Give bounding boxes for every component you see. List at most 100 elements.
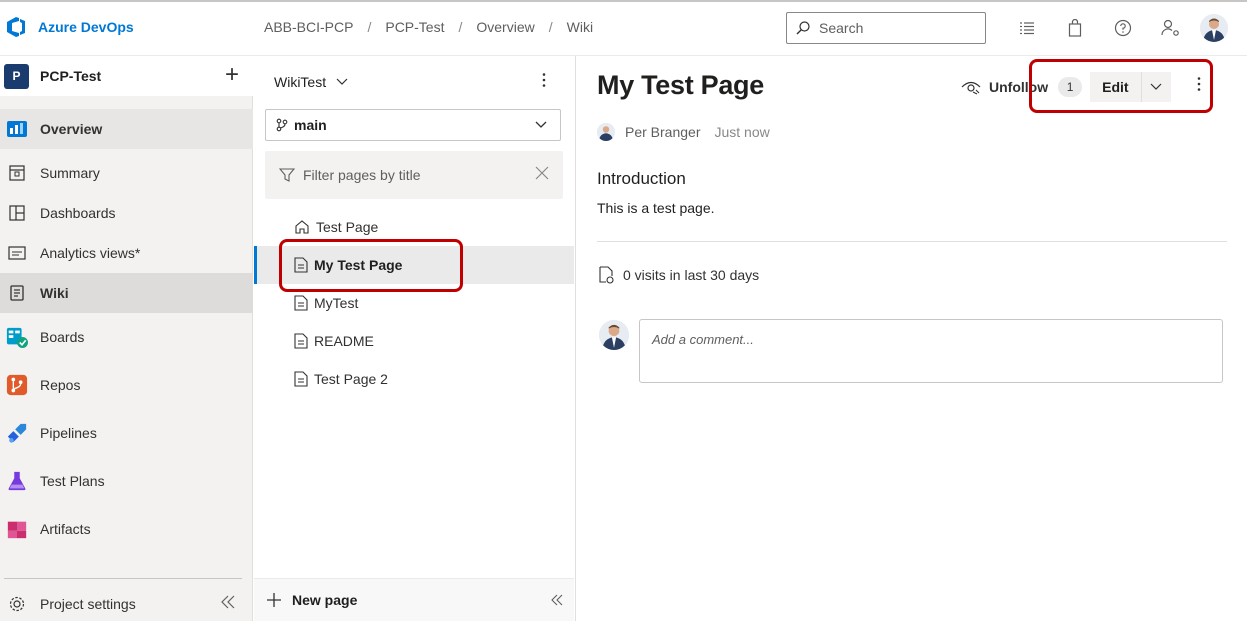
page-meta: Per Branger Just now	[597, 123, 770, 141]
wiki-tree-panel: WikiTest main Filter pages by title Test…	[254, 56, 576, 621]
user-settings-icon[interactable]	[1147, 14, 1195, 42]
top-icon-bar	[1003, 14, 1195, 42]
nav-item-overview[interactable]: Overview	[0, 109, 253, 149]
branch-name: main	[294, 117, 327, 133]
user-avatar[interactable]	[1200, 14, 1228, 42]
content-divider	[597, 241, 1227, 242]
nav-item-summary[interactable]: Summary	[0, 153, 253, 193]
nav-item-test-plans[interactable]: Test Plans	[0, 461, 253, 501]
more-options-icon[interactable]	[542, 72, 546, 91]
breadcrumb: ABB-BCI-PCP / PCP-Test / Overview / Wiki	[264, 19, 593, 35]
filter-placeholder: Filter pages by title	[303, 167, 421, 183]
section-heading: Introduction	[597, 169, 686, 188]
branch-icon	[276, 118, 288, 132]
nav-label: Analytics views*	[40, 245, 141, 261]
nav-item-boards[interactable]: Boards	[0, 317, 253, 357]
project-name: PCP-Test	[40, 68, 102, 84]
close-icon[interactable]	[535, 166, 549, 180]
app-name: Azure DevOps	[38, 19, 134, 35]
overview-icon	[6, 118, 28, 140]
page-icon	[294, 371, 308, 387]
page-label: README	[314, 333, 374, 349]
visits-icon	[599, 266, 614, 284]
top-bar: Azure DevOps ABB-BCI-PCP / PCP-Test / Ov…	[0, 0, 1247, 56]
page-icon	[294, 295, 308, 311]
nav-label: Wiki	[40, 285, 69, 301]
selected-page-highlight	[279, 239, 463, 292]
author-avatar	[597, 123, 615, 141]
wiki-content: My Test Page Unfollow 1 Edit Per Branger…	[577, 56, 1247, 621]
visits-text: 0 visits in last 30 days	[623, 267, 760, 283]
nav-item-analytics-views[interactable]: Analytics views*	[0, 233, 253, 273]
boards-icon	[6, 326, 28, 348]
page-visits: 0 visits in last 30 days	[599, 266, 759, 284]
search-icon	[796, 21, 810, 35]
gear-icon	[6, 593, 28, 615]
edit-timestamp: Just now	[714, 124, 770, 140]
breadcrumb-organization[interactable]: ABB-BCI-PCP	[264, 19, 353, 35]
collapse-nav-icon[interactable]	[219, 594, 237, 613]
branch-selector[interactable]: main	[265, 109, 561, 141]
nav-divider	[4, 578, 242, 579]
new-page-label: New page	[292, 592, 358, 608]
list-settings-icon[interactable]	[1003, 14, 1051, 42]
breadcrumb-separator: /	[548, 19, 553, 35]
new-page-button[interactable]: New page	[254, 578, 574, 621]
breadcrumb-separator: /	[458, 19, 463, 35]
breadcrumb-overview[interactable]: Overview	[476, 19, 534, 35]
comment-input[interactable]: Add a comment...	[639, 319, 1223, 383]
nav-label: Project settings	[40, 596, 136, 612]
page-icon	[294, 333, 308, 349]
wiki-icon	[6, 282, 28, 304]
nav-item-pipelines[interactable]: Pipelines	[0, 413, 253, 453]
search-placeholder: Search	[819, 20, 864, 36]
repos-icon	[6, 374, 28, 396]
edit-highlight	[1029, 59, 1213, 113]
artifacts-icon	[6, 518, 28, 540]
nav-label: Summary	[40, 165, 100, 181]
wiki-page-item[interactable]: README	[254, 322, 574, 360]
nav-label: Test Plans	[40, 473, 105, 489]
analytics-icon	[6, 242, 28, 264]
add-icon[interactable]: +	[225, 63, 239, 87]
plus-icon	[267, 593, 281, 607]
wiki-page-item[interactable]: Test Page 2	[254, 360, 574, 398]
page-label: Test Page 2	[314, 371, 388, 387]
test-plans-icon	[6, 470, 28, 492]
nav-label: Repos	[40, 377, 81, 393]
breadcrumb-separator: /	[367, 19, 372, 35]
wiki-name: WikiTest	[274, 74, 327, 90]
nav-label: Boards	[40, 329, 85, 345]
azure-devops-logo[interactable]: Azure DevOps	[4, 15, 134, 39]
author-name[interactable]: Per Branger	[625, 124, 700, 140]
azure-devops-icon	[7, 17, 25, 37]
dashboards-icon	[6, 202, 28, 224]
filter-pages-input[interactable]: Filter pages by title	[265, 151, 563, 199]
collapse-tree-icon[interactable]	[550, 593, 564, 610]
page-title: My Test Page	[597, 70, 764, 100]
page-body-text: This is a test page.	[597, 200, 715, 216]
help-icon[interactable]	[1099, 14, 1147, 42]
project-badge: P	[4, 63, 29, 89]
nav-item-repos[interactable]: Repos	[0, 365, 253, 405]
summary-icon	[6, 162, 28, 184]
breadcrumb-wiki[interactable]: Wiki	[567, 19, 593, 35]
project-header[interactable]: P PCP-Test +	[0, 56, 253, 96]
nav-item-artifacts[interactable]: Artifacts	[0, 509, 253, 549]
search-input[interactable]: Search	[786, 12, 986, 44]
nav-item-dashboards[interactable]: Dashboards	[0, 193, 253, 233]
left-navigation: P PCP-Test + Overview Summary Dashboards	[0, 56, 253, 621]
marketplace-bag-icon[interactable]	[1051, 14, 1099, 42]
chevron-down-icon	[336, 78, 348, 85]
nav-label: Artifacts	[40, 521, 91, 537]
nav-label: Pipelines	[40, 425, 97, 441]
breadcrumb-project[interactable]: PCP-Test	[385, 19, 444, 35]
page-label: Test Page	[316, 219, 379, 235]
comment-placeholder: Add a comment...	[652, 332, 754, 347]
nav-label: Overview	[40, 121, 103, 137]
page-label: MyTest	[314, 295, 359, 311]
chevron-down-icon	[535, 121, 547, 128]
nav-item-project-settings[interactable]: Project settings	[0, 584, 253, 621]
wiki-selector[interactable]: WikiTest	[274, 74, 348, 90]
nav-item-wiki[interactable]: Wiki	[0, 273, 253, 313]
